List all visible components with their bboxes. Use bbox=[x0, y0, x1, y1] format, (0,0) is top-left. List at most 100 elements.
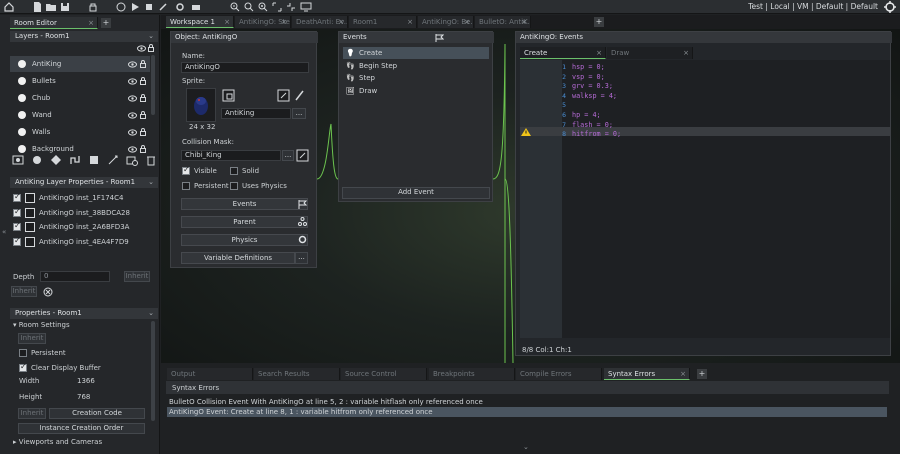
add-asset-layer-icon[interactable] bbox=[50, 154, 62, 166]
instance-checkbox[interactable] bbox=[13, 207, 21, 217]
lock-icon[interactable] bbox=[140, 60, 146, 68]
workspace-tab[interactable]: AntiKingO: Be... × bbox=[418, 16, 474, 28]
clear-display-checkbox[interactable] bbox=[19, 362, 27, 372]
add-instance-layer-icon[interactable] bbox=[31, 154, 43, 166]
eye-icon[interactable] bbox=[128, 95, 137, 102]
code-line[interactable]: flash = 0; bbox=[572, 121, 613, 129]
instance-id[interactable]: inst_1F174C4 bbox=[76, 194, 123, 202]
instance-object[interactable]: AntiKingO bbox=[39, 194, 74, 202]
events-button[interactable]: Events bbox=[181, 198, 308, 210]
save-icon[interactable] bbox=[59, 1, 71, 13]
target-config-label[interactable]: Test | Local | VM | Default | Default bbox=[748, 2, 878, 11]
instance-object[interactable]: AntiKingO bbox=[39, 209, 74, 217]
add-effect-layer-icon[interactable] bbox=[107, 154, 119, 166]
instance-id[interactable]: inst_38BDCA28 bbox=[76, 209, 130, 217]
event-item[interactable]: 👣 Begin Step bbox=[343, 60, 489, 72]
close-icon[interactable]: × bbox=[407, 16, 413, 28]
eye-icon[interactable] bbox=[128, 61, 137, 68]
layer-item[interactable]: Chub bbox=[10, 90, 150, 106]
flag-icon[interactable] bbox=[435, 34, 444, 42]
output-tab[interactable]: Compile Errors bbox=[516, 368, 602, 380]
inherit-layer-button[interactable]: Inherit bbox=[11, 286, 37, 297]
code-area[interactable]: 1 hsp = 0; 2 vsp = 0; 3 grv = 0.3; 4 walksp = 4… bbox=[520, 60, 890, 338]
eye-icon[interactable] bbox=[128, 78, 137, 85]
layers-header[interactable]: Layers - Room1 ⌄ bbox=[10, 31, 158, 42]
debug-icon[interactable] bbox=[115, 1, 127, 13]
tab-room-editor[interactable]: Room Editor × bbox=[10, 17, 98, 29]
persistent-checkbox[interactable] bbox=[182, 182, 190, 190]
room-settings-inherit-button[interactable]: Inherit bbox=[18, 333, 46, 344]
width-value[interactable]: 1366 bbox=[77, 377, 95, 385]
error-message[interactable]: AntiKingO Event: Create at line 8, 1 : v… bbox=[167, 406, 887, 417]
instance-object[interactable]: AntiKingO bbox=[39, 238, 74, 246]
layers-scrollbar[interactable] bbox=[151, 55, 155, 115]
add-folder-icon[interactable] bbox=[126, 154, 138, 166]
workspace-tab[interactable]: BulletO: AntiK... × bbox=[475, 16, 531, 28]
event-item[interactable]: 💡 Create bbox=[343, 47, 489, 59]
add-tile-layer-icon[interactable] bbox=[12, 154, 24, 166]
close-icon[interactable]: × bbox=[224, 16, 230, 27]
output-tab[interactable]: Source Control bbox=[341, 368, 427, 380]
layer-item[interactable]: Bullets bbox=[10, 73, 150, 89]
instance-id[interactable]: inst_4EA4F7D9 bbox=[76, 238, 129, 246]
output-tab[interactable]: Search Results bbox=[254, 368, 340, 380]
solid-checkbox[interactable] bbox=[230, 167, 238, 175]
lock-icon[interactable] bbox=[140, 77, 146, 85]
close-icon[interactable]: × bbox=[338, 16, 344, 28]
workspace-tab[interactable]: Workspace 1 × bbox=[166, 16, 234, 28]
instance-id[interactable]: inst_2A6BFD3A bbox=[76, 223, 129, 231]
output-tab[interactable]: Breakpoints bbox=[429, 368, 515, 380]
edit-sprite-icon[interactable] bbox=[277, 89, 290, 102]
collapse-bottom-icon[interactable]: ⌄ bbox=[523, 443, 529, 451]
add-output-tab-button[interactable]: + bbox=[697, 369, 707, 379]
add-workspace-button[interactable]: + bbox=[594, 17, 604, 27]
code-line[interactable]: vsp = 0; bbox=[572, 73, 605, 81]
instance-object[interactable]: AntiKingO bbox=[39, 223, 74, 231]
lock-icon[interactable] bbox=[140, 128, 146, 136]
instance-checkbox[interactable] bbox=[13, 221, 21, 231]
layer-properties-header[interactable]: AntiKing Layer Properties - Room1 ⌄ bbox=[10, 177, 158, 188]
depth-inherit-button[interactable]: Inherit bbox=[124, 271, 150, 282]
lock-icon[interactable] bbox=[148, 44, 154, 52]
tab-draw[interactable]: Draw × bbox=[607, 47, 693, 59]
eye-icon[interactable] bbox=[128, 112, 137, 119]
lock-icon[interactable] bbox=[140, 111, 146, 119]
layer-item[interactable]: Wand bbox=[10, 107, 150, 123]
instance-order-button[interactable]: Instance Creation Order bbox=[18, 423, 145, 434]
lock-icon[interactable] bbox=[140, 145, 146, 153]
close-icon[interactable]: × bbox=[88, 17, 94, 28]
event-item[interactable]: 🖼 Draw bbox=[343, 85, 489, 97]
add-event-button[interactable]: Add Event bbox=[342, 187, 490, 199]
settings-icon[interactable] bbox=[174, 1, 186, 13]
object-name-field[interactable]: AntiKingO bbox=[181, 62, 309, 73]
depth-field[interactable]: 0 bbox=[40, 271, 110, 282]
add-tab-button[interactable]: + bbox=[101, 18, 111, 28]
parent-button[interactable]: Parent bbox=[181, 216, 308, 228]
instance-checkbox[interactable] bbox=[13, 192, 21, 202]
properties-scrollbar[interactable] bbox=[151, 321, 155, 421]
mask-browse-button[interactable]: ... bbox=[282, 150, 294, 161]
sprite-browse-button[interactable]: ... bbox=[292, 108, 306, 119]
paint-brush-icon[interactable] bbox=[293, 89, 306, 102]
workspace-tab[interactable]: AntiKingO: Step × bbox=[235, 16, 291, 28]
close-icon[interactable]: × bbox=[464, 16, 470, 28]
collision-mask-field[interactable]: Chibi_King bbox=[181, 150, 281, 161]
delete-layer-icon[interactable] bbox=[145, 154, 157, 166]
object-title[interactable]: Object: AntiKingO bbox=[171, 32, 318, 43]
target-icon[interactable] bbox=[884, 1, 896, 13]
code-line[interactable]: grv = 0.3; bbox=[572, 82, 613, 90]
event-item[interactable]: 👣 Step bbox=[343, 72, 489, 84]
creation-code-button[interactable]: Creation Code bbox=[49, 408, 145, 419]
error-message[interactable]: BulletO Collision Event With AntiKingO a… bbox=[167, 397, 887, 407]
instance-checkbox[interactable] bbox=[13, 236, 21, 246]
code-line[interactable]: hp = 4; bbox=[572, 111, 601, 119]
build-icon[interactable] bbox=[190, 1, 202, 13]
physics-button[interactable]: Physics bbox=[181, 234, 308, 246]
edit-mask-icon[interactable] bbox=[296, 149, 309, 162]
output-tab[interactable]: Syntax Errors × bbox=[604, 368, 690, 380]
zoom-out-icon[interactable] bbox=[229, 1, 241, 13]
layer-item[interactable]: Walls bbox=[10, 124, 150, 140]
viewports-label[interactable]: ▸ Viewports and Cameras bbox=[13, 438, 102, 446]
close-icon[interactable]: × bbox=[680, 368, 686, 379]
close-icon[interactable]: × bbox=[281, 16, 287, 28]
